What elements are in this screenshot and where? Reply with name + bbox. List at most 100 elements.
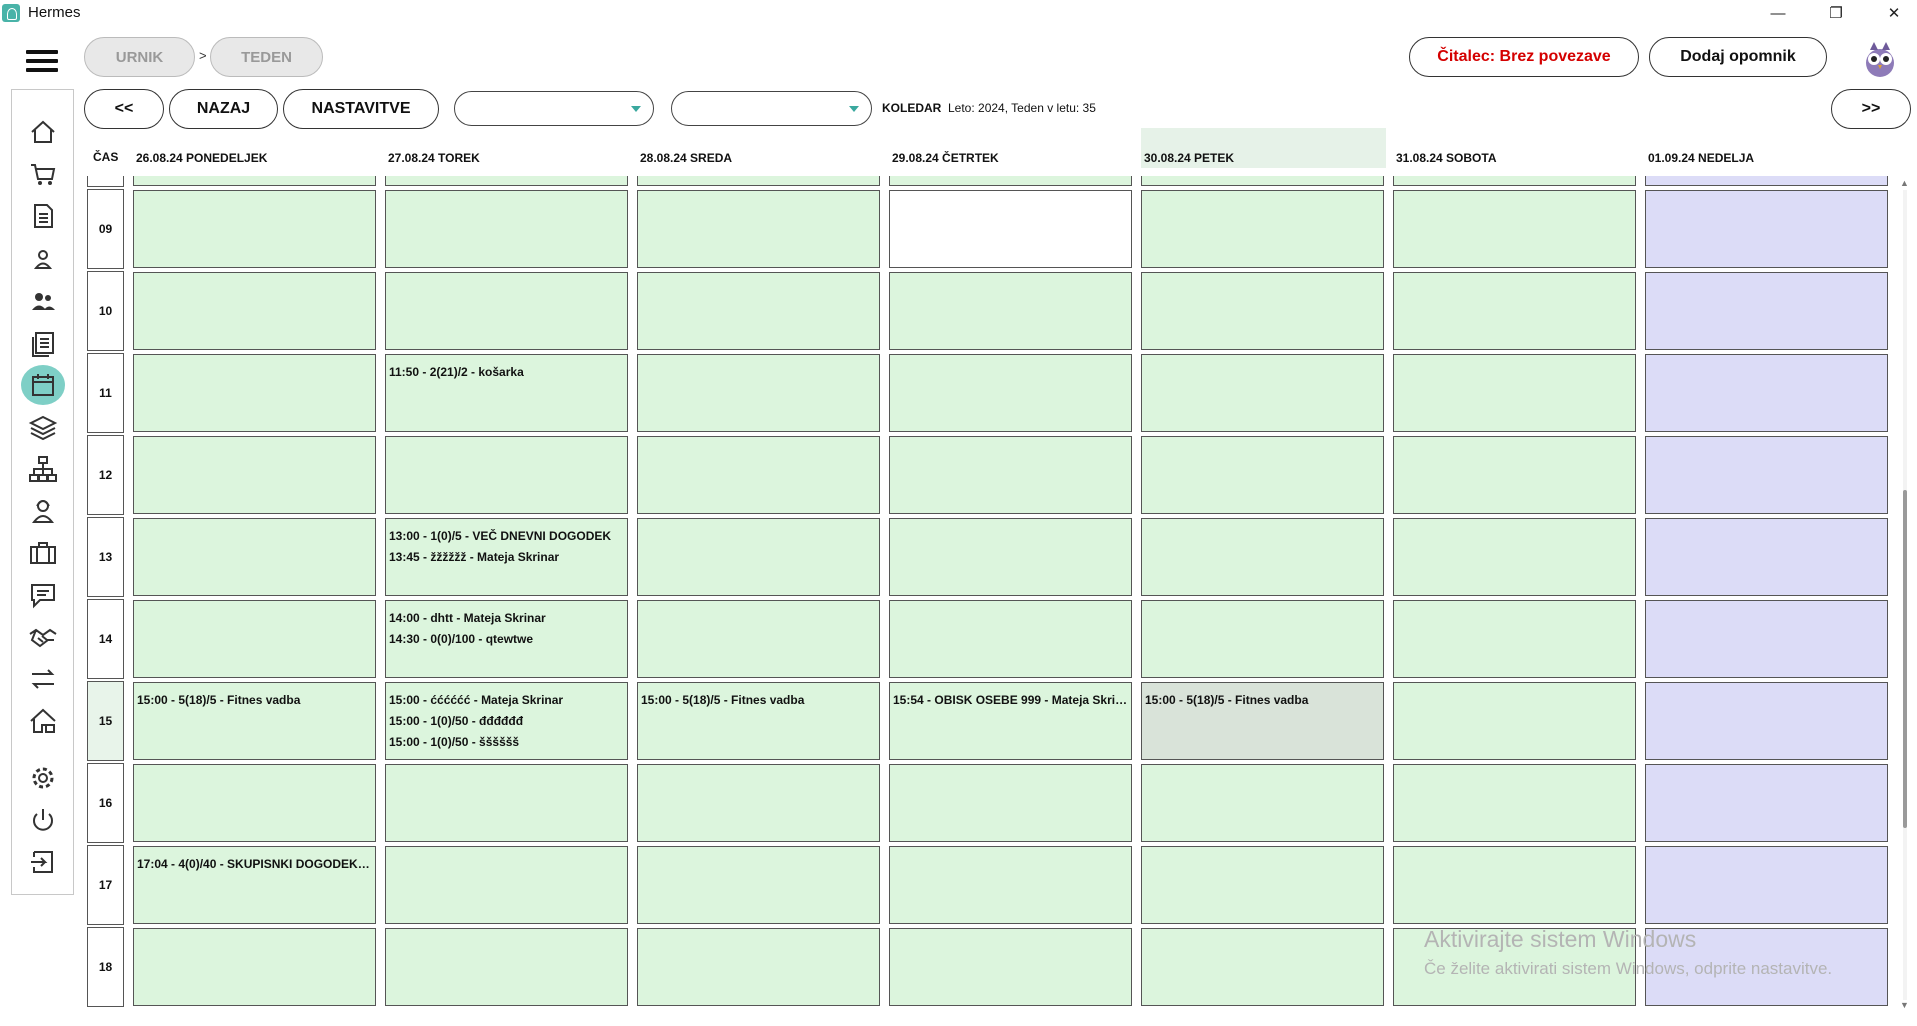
calendar-event[interactable]: 15:00 - 5(18)/5 - Fitnes vadba bbox=[137, 690, 372, 711]
nav-cart[interactable] bbox=[18, 155, 68, 193]
breadcrumb-urnik[interactable]: URNIK bbox=[84, 37, 195, 77]
calendar-cell[interactable] bbox=[1393, 436, 1636, 514]
calendar-event[interactable]: 15:00 - ćććććć - Mateja Skrinar bbox=[389, 690, 624, 711]
calendar-event[interactable]: 15:54 - OBISK OSEBE 999 - Mateja Skrinar bbox=[893, 690, 1128, 711]
calendar-event[interactable]: 15:00 - 1(0)/50 - đđđđđđ bbox=[389, 711, 624, 732]
nav-house[interactable] bbox=[18, 702, 68, 740]
filter-dropdown-1[interactable] bbox=[454, 91, 654, 126]
calendar-cell[interactable] bbox=[1645, 272, 1888, 350]
calendar-event[interactable]: 15:00 - 5(18)/5 - Fitnes vadba bbox=[641, 690, 876, 711]
calendar-cell[interactable] bbox=[889, 846, 1132, 924]
calendar-cell[interactable] bbox=[1645, 600, 1888, 678]
close-button[interactable]: ✕ bbox=[1871, 0, 1917, 26]
nav-person[interactable] bbox=[18, 240, 68, 278]
calendar-cell[interactable] bbox=[1645, 354, 1888, 432]
prev-week-button[interactable]: << bbox=[84, 89, 164, 129]
calendar-event[interactable]: 14:00 - dhtt - Mateja Skrinar bbox=[389, 608, 624, 629]
nav-support[interactable] bbox=[18, 492, 68, 530]
calendar-event[interactable]: 13:00 - 1(0)/5 - VEČ DNEVNI DOGODEK bbox=[389, 526, 624, 547]
calendar-cell[interactable] bbox=[1645, 682, 1888, 760]
calendar-cell[interactable] bbox=[1141, 176, 1384, 186]
calendar-cell[interactable] bbox=[1393, 764, 1636, 842]
calendar-cell[interactable] bbox=[1141, 518, 1384, 596]
calendar-cell[interactable] bbox=[1645, 928, 1888, 1006]
maximize-button[interactable]: ❐ bbox=[1813, 0, 1859, 26]
calendar-cell[interactable] bbox=[1645, 846, 1888, 924]
scroll-down-icon[interactable]: ▼ bbox=[1900, 1000, 1909, 1010]
scroll-thumb[interactable] bbox=[1903, 490, 1907, 828]
nav-power[interactable] bbox=[18, 801, 68, 839]
calendar-cell[interactable]: 15:00 - 5(18)/5 - Fitnes vadba bbox=[637, 682, 880, 760]
calendar-cell[interactable] bbox=[637, 190, 880, 268]
calendar-event[interactable]: 15:00 - 1(0)/50 - šššššš bbox=[389, 732, 624, 753]
calendar-cell[interactable] bbox=[385, 436, 628, 514]
nav-network[interactable] bbox=[18, 450, 68, 488]
next-week-button[interactable]: >> bbox=[1831, 89, 1911, 129]
nav-chat[interactable] bbox=[18, 576, 68, 614]
nav-calendar[interactable] bbox=[18, 365, 68, 405]
calendar-cell[interactable] bbox=[1141, 764, 1384, 842]
nav-transfer[interactable] bbox=[18, 660, 68, 698]
reader-status-button[interactable]: Čitalec: Brez povezave bbox=[1409, 37, 1639, 77]
calendar-cell[interactable] bbox=[1645, 190, 1888, 268]
calendar-cell[interactable]: 15:00 - ćććććć - Mateja Skrinar 15:00 - 1… bbox=[385, 682, 628, 760]
calendar-cell[interactable] bbox=[133, 518, 376, 596]
calendar-cell[interactable] bbox=[133, 272, 376, 350]
calendar-cell[interactable]: 17:04 - 4(0)/40 - SKUPISNKI DOGODEK - Ma… bbox=[133, 846, 376, 924]
calendar-cell[interactable] bbox=[1141, 928, 1384, 1006]
calendar-cell[interactable] bbox=[133, 764, 376, 842]
calendar-cell[interactable] bbox=[637, 354, 880, 432]
nav-partners[interactable] bbox=[18, 618, 68, 656]
calendar-cell[interactable] bbox=[133, 436, 376, 514]
calendar-cell[interactable] bbox=[1141, 272, 1384, 350]
nav-briefcase[interactable] bbox=[18, 534, 68, 572]
calendar-cell[interactable] bbox=[133, 190, 376, 268]
calendar-cell[interactable] bbox=[637, 518, 880, 596]
minimize-button[interactable]: — bbox=[1755, 0, 1801, 26]
calendar-cell[interactable] bbox=[385, 928, 628, 1006]
calendar-cell[interactable] bbox=[637, 846, 880, 924]
calendar-cell[interactable] bbox=[1393, 682, 1636, 760]
calendar-cell[interactable] bbox=[1393, 272, 1636, 350]
calendar-cell[interactable] bbox=[1645, 518, 1888, 596]
calendar-cell[interactable] bbox=[1393, 928, 1636, 1006]
calendar-cell[interactable] bbox=[889, 764, 1132, 842]
back-button[interactable]: NAZAJ bbox=[169, 89, 278, 129]
calendar-cell[interactable] bbox=[889, 518, 1132, 596]
nav-people[interactable] bbox=[18, 282, 68, 320]
calendar-cell[interactable] bbox=[1393, 176, 1636, 186]
calendar-cell[interactable] bbox=[385, 176, 628, 186]
calendar-cell[interactable] bbox=[889, 928, 1132, 1006]
breadcrumb-teden[interactable]: TEDEN bbox=[210, 37, 323, 77]
calendar-event[interactable]: 13:45 - žžžžžž - Mateja Skrinar bbox=[389, 547, 624, 568]
calendar-cell[interactable]: 15:00 - 5(18)/5 - Fitnes vadba bbox=[133, 682, 376, 760]
filter-dropdown-2[interactable] bbox=[671, 91, 872, 126]
calendar-cell[interactable] bbox=[1645, 764, 1888, 842]
nav-documents[interactable] bbox=[18, 197, 68, 235]
calendar-cell[interactable] bbox=[133, 354, 376, 432]
nav-list[interactable] bbox=[18, 324, 68, 362]
calendar-cell[interactable] bbox=[889, 176, 1132, 186]
calendar-cell[interactable] bbox=[637, 600, 880, 678]
calendar-cell[interactable] bbox=[1393, 518, 1636, 596]
calendar-cell[interactable]: 11:50 - 2(21)/2 - košarka bbox=[385, 354, 628, 432]
calendar-cell[interactable] bbox=[1141, 190, 1384, 268]
nav-logout[interactable] bbox=[18, 843, 68, 881]
calendar-cell[interactable] bbox=[1141, 436, 1384, 514]
calendar-cell[interactable] bbox=[1645, 176, 1888, 186]
calendar-event[interactable]: 14:30 - 0(0)/100 - qtewtwe bbox=[389, 629, 624, 650]
calendar-cell[interactable] bbox=[637, 764, 880, 842]
calendar-cell[interactable] bbox=[385, 846, 628, 924]
calendar-cell[interactable] bbox=[889, 600, 1132, 678]
add-reminder-button[interactable]: Dodaj opomnik bbox=[1649, 37, 1827, 77]
settings-button[interactable]: NASTAVITVE bbox=[283, 89, 439, 129]
nav-home[interactable] bbox=[18, 113, 68, 151]
calendar-cell[interactable] bbox=[1141, 354, 1384, 432]
calendar-cell[interactable] bbox=[1393, 190, 1636, 268]
calendar-cell[interactable] bbox=[889, 272, 1132, 350]
calendar-cell[interactable] bbox=[133, 928, 376, 1006]
calendar-cell[interactable] bbox=[637, 176, 880, 186]
calendar-cell[interactable] bbox=[1393, 354, 1636, 432]
owl-avatar-icon[interactable] bbox=[1860, 38, 1900, 78]
calendar-event[interactable]: 11:50 - 2(21)/2 - košarka bbox=[389, 362, 624, 383]
